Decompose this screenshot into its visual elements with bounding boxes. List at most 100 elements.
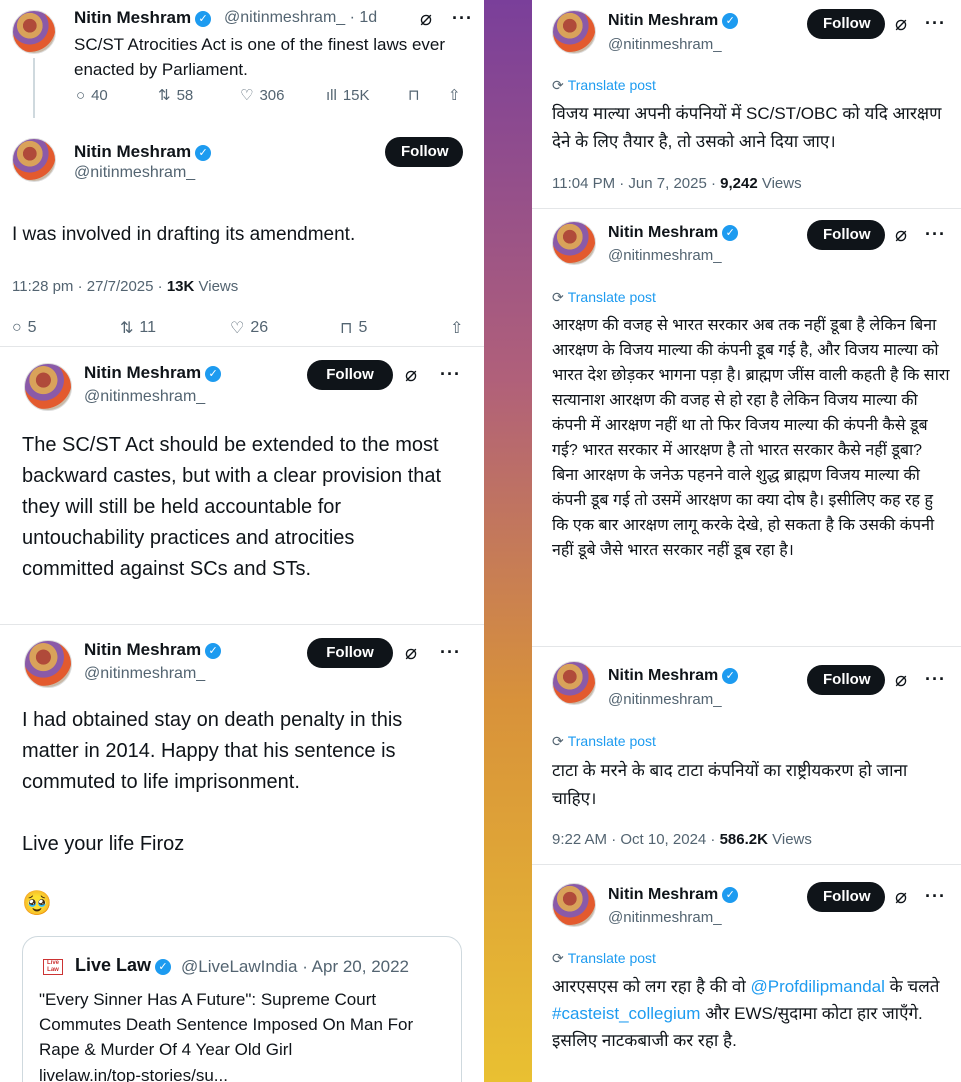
share-icon: ⇧ xyxy=(448,87,461,104)
translate-icon: ⟳ xyxy=(552,950,564,966)
views-button[interactable]: ıll 15K xyxy=(326,87,408,104)
tweet-text: टाटा के मरने के बाद टाटा कंपनियों का राष… xyxy=(552,761,908,808)
bookmark-button[interactable]: ⊓ xyxy=(408,86,448,104)
hashtag-link[interactable]: #casteist_collegium xyxy=(552,1004,700,1023)
avatar[interactable] xyxy=(24,640,72,688)
tweet-r4[interactable]: Nitin Meshram ✓ @nitinmeshram_ Follow ⌀ ·… xyxy=(532,864,961,1082)
translate-icon: ⟳ xyxy=(552,77,564,93)
grok-icon[interactable]: ⌀ xyxy=(405,643,417,663)
author-handle: @nitinmeshram_ xyxy=(608,36,722,53)
bookmark-button[interactable]: ⊓ 5 xyxy=(340,318,450,338)
follow-button[interactable]: Follow xyxy=(807,220,885,250)
tweet-timestamp: 9:22 AM · Oct 10, 2024 · 586.2K Views xyxy=(552,831,812,848)
author-name[interactable]: Nitin Meshram ✓ xyxy=(608,224,739,242)
tweet-1[interactable]: Nitin Meshram ✓ @nitinmeshram_ · 1d ⌀ ···… xyxy=(0,0,484,118)
follow-button[interactable]: Follow xyxy=(807,665,885,695)
follow-button[interactable]: Follow xyxy=(307,360,393,390)
share-button[interactable]: ⇧ xyxy=(450,318,469,338)
author-name[interactable]: Nitin Meshram ✓ xyxy=(608,12,739,30)
grok-icon[interactable]: ⌀ xyxy=(895,14,907,34)
more-icon[interactable]: ··· xyxy=(452,9,473,27)
tweet-2[interactable]: Nitin Meshram ✓ @nitinmeshram_ Follow I w… xyxy=(0,118,484,346)
author-name[interactable]: Nitin Meshram ✓ xyxy=(84,363,222,383)
translate-post-link[interactable]: ⟳ Translate post xyxy=(552,733,656,750)
like-icon: ♡ xyxy=(240,87,254,104)
more-icon[interactable]: ··· xyxy=(925,670,946,688)
like-icon: ♡ xyxy=(230,320,245,337)
grok-icon[interactable]: ⌀ xyxy=(895,670,907,690)
repost-button[interactable]: ⇅ 58 xyxy=(158,86,240,105)
author-name[interactable]: Nitin Meshram ✓ xyxy=(84,640,222,660)
bookmark-icon: ⊓ xyxy=(340,320,353,337)
more-icon[interactable]: ··· xyxy=(440,643,461,661)
translate-post-link[interactable]: ⟳ Translate post xyxy=(552,289,656,306)
reply-icon: ○ xyxy=(12,319,22,336)
quoted-text: "Every Sinner Has A Future": Supreme Cou… xyxy=(39,990,414,1059)
author-handle: @nitinmeshram_ xyxy=(74,164,196,181)
quoted-author-name[interactable]: Live Law ✓ xyxy=(75,955,172,976)
grok-icon[interactable]: ⌀ xyxy=(405,365,417,385)
reply-button[interactable]: ○ 5 xyxy=(12,319,120,337)
tweet-text: I had obtained stay on death penalty in … xyxy=(22,709,403,793)
left-screenshot-column: Nitin Meshram ✓ @nitinmeshram_ · 1d ⌀ ···… xyxy=(0,0,484,1082)
more-icon[interactable]: ··· xyxy=(925,14,946,32)
verified-icon: ✓ xyxy=(205,366,222,382)
verified-icon: ✓ xyxy=(155,959,172,975)
follow-button[interactable]: Follow xyxy=(807,9,885,39)
grok-icon[interactable]: ⌀ xyxy=(895,887,907,907)
reply-icon: ○ xyxy=(76,86,86,104)
tweet-actions: ○ 40 ⇅ 58 ♡ 306 ıll 15K ⊓ ⇧ xyxy=(76,86,467,105)
author-name[interactable]: Nitin Meshram ✓ xyxy=(608,886,739,904)
tweet-text: आरएसएस को लग रहा है की वो @Profdilipmand… xyxy=(552,977,940,1050)
more-icon[interactable]: ··· xyxy=(440,365,461,383)
grok-icon[interactable]: ⌀ xyxy=(420,9,432,29)
mention-link[interactable]: @Profdilipmandal xyxy=(750,977,884,996)
follow-button[interactable]: Follow xyxy=(307,638,393,668)
tweet-text-2: Live your life Firoz xyxy=(22,833,185,855)
tweet-r2[interactable]: Nitin Meshram ✓ @nitinmeshram_ Follow ⌀ ·… xyxy=(532,208,961,646)
more-icon[interactable]: ··· xyxy=(925,887,946,905)
avatar[interactable] xyxy=(12,10,56,54)
like-button[interactable]: ♡ 26 xyxy=(230,318,340,338)
author-name[interactable]: Nitin Meshram ✓ xyxy=(74,142,212,162)
verified-icon: ✓ xyxy=(722,13,739,29)
grok-icon[interactable]: ⌀ xyxy=(895,225,907,245)
reply-button[interactable]: ○ 40 xyxy=(76,87,158,104)
avatar[interactable] xyxy=(552,10,596,54)
share-icon: ⇧ xyxy=(450,320,464,337)
verified-icon: ✓ xyxy=(722,225,739,241)
avatar[interactable] xyxy=(552,661,596,705)
tweet-r1[interactable]: Nitin Meshram ✓ @nitinmeshram_ Follow ⌀ ·… xyxy=(532,0,961,208)
tweet-r3[interactable]: Nitin Meshram ✓ @nitinmeshram_ Follow ⌀ ·… xyxy=(532,646,961,864)
verified-icon: ✓ xyxy=(722,887,739,903)
follow-button[interactable]: Follow xyxy=(807,882,885,912)
repost-button[interactable]: ⇅ 11 xyxy=(120,318,230,338)
avatar[interactable] xyxy=(12,138,56,182)
like-button[interactable]: ♡ 306 xyxy=(240,86,326,105)
tweet-text: विजय माल्या अपनी कंपनियों में SC/ST/OBC … xyxy=(552,104,942,151)
tweet-text: SC/ST Atrocities Act is one of the fines… xyxy=(74,35,446,79)
translate-post-link[interactable]: ⟳ Translate post xyxy=(552,77,656,94)
author-name[interactable]: Nitin Meshram ✓ xyxy=(608,667,739,685)
tweet-actions: ○ 5 ⇅ 11 ♡ 26 ⊓ 5 ⇧ xyxy=(12,318,469,338)
tweet-3[interactable]: Nitin Meshram ✓ @nitinmeshram_ Follow ⌀ ·… xyxy=(0,346,484,624)
right-screenshot-column: Nitin Meshram ✓ @nitinmeshram_ Follow ⌀ ·… xyxy=(532,0,961,1082)
author-name[interactable]: Nitin Meshram ✓ xyxy=(74,8,212,28)
more-icon[interactable]: ··· xyxy=(925,225,946,243)
avatar[interactable] xyxy=(24,363,72,411)
translate-icon: ⟳ xyxy=(552,289,564,305)
share-button[interactable]: ⇧ xyxy=(448,86,467,104)
quoted-tweet[interactable]: Live Law Live Law ✓ @LiveLawIndia · Apr 2… xyxy=(22,936,462,1082)
tweet-4[interactable]: Nitin Meshram ✓ @nitinmeshram_ Follow ⌀ ·… xyxy=(0,624,484,1082)
quoted-url[interactable]: livelaw.in/top-stories/su... xyxy=(39,1063,228,1082)
author-handle: @nitinmeshram_ xyxy=(608,247,722,264)
avatar[interactable] xyxy=(552,883,596,927)
verified-icon: ✓ xyxy=(205,643,222,659)
author-handle: @nitinmeshram_ xyxy=(84,665,206,682)
tweet-text: I was involved in drafting its amendment… xyxy=(12,224,356,245)
translate-post-link[interactable]: ⟳ Translate post xyxy=(552,950,656,967)
follow-button[interactable]: Follow xyxy=(385,137,463,167)
thread-line xyxy=(33,58,35,118)
verified-icon: ✓ xyxy=(195,11,212,27)
avatar[interactable] xyxy=(552,221,596,265)
